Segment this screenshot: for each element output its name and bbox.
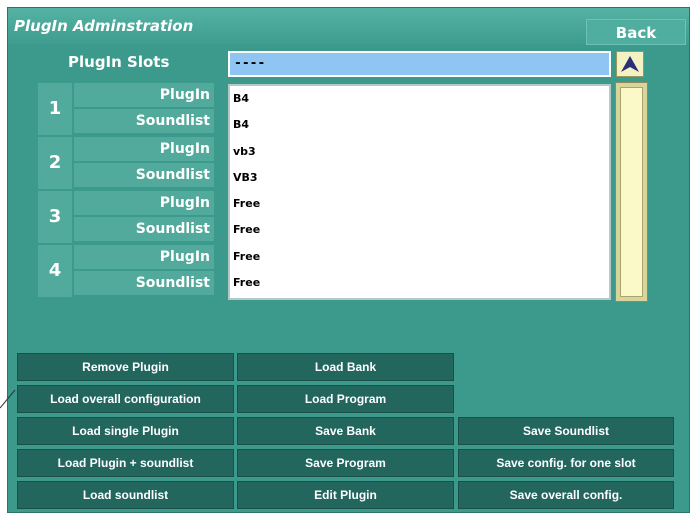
slot-4: 4 PlugIn Soundlist [38, 245, 214, 297]
save-program-button[interactable]: Save Program [237, 449, 454, 477]
save-config-one-slot-button[interactable]: Save config. for one slot [458, 449, 674, 477]
slot-plugin-button[interactable]: PlugIn [74, 245, 214, 269]
arrow-up-icon [621, 56, 639, 72]
list-item[interactable]: Free [230, 191, 609, 217]
load-bank-button[interactable]: Load Bank [237, 353, 454, 381]
slot-plugin-button[interactable]: PlugIn [74, 83, 214, 107]
slot-plugin-button[interactable]: PlugIn [74, 191, 214, 215]
slot-soundlist-button[interactable]: Soundlist [74, 163, 214, 187]
load-overall-config-button[interactable]: Load overall configuration [17, 385, 234, 413]
list-item[interactable]: vb3 [230, 139, 609, 165]
scrollbar-thumb[interactable] [620, 87, 643, 297]
list-selected-field[interactable]: ---- [228, 51, 611, 77]
slot-number: 4 [38, 245, 72, 297]
pointer-line-icon [0, 389, 16, 409]
load-plugin-soundlist-button[interactable]: Load Plugin + soundlist [17, 449, 234, 477]
list-item[interactable]: VB3 [230, 165, 609, 191]
back-button[interactable]: Back [586, 19, 686, 45]
list-item[interactable]: B4 [230, 86, 609, 112]
slot-number: 2 [38, 137, 72, 189]
list-item[interactable]: B4 [230, 112, 609, 138]
remove-plugin-button[interactable]: Remove Plugin [17, 353, 234, 381]
slot-1: 1 PlugIn Soundlist [38, 83, 214, 135]
slot-soundlist-button[interactable]: Soundlist [74, 217, 214, 241]
slot-2: 2 PlugIn Soundlist [38, 137, 214, 189]
load-program-button[interactable]: Load Program [237, 385, 454, 413]
scroll-up-button[interactable] [616, 51, 644, 77]
save-soundlist-button[interactable]: Save Soundlist [458, 417, 674, 445]
slot-soundlist-button[interactable]: Soundlist [74, 109, 214, 133]
load-single-plugin-button[interactable]: Load single Plugin [17, 417, 234, 445]
slot-number: 3 [38, 191, 72, 243]
slot-plugin-button[interactable]: PlugIn [74, 137, 214, 161]
save-overall-config-button[interactable]: Save overall config. [458, 481, 674, 509]
slot-number: 1 [38, 83, 72, 135]
scrollbar-track[interactable] [615, 82, 648, 302]
edit-plugin-button[interactable]: Edit Plugin [237, 481, 454, 509]
list-item[interactable]: Free [230, 217, 609, 243]
save-bank-button[interactable]: Save Bank [237, 417, 454, 445]
slots-title: PlugIn Slots [68, 53, 170, 71]
window-title: PlugIn Adminstration [14, 17, 194, 35]
load-soundlist-button[interactable]: Load soundlist [17, 481, 234, 509]
plugin-list: B4 B4 vb3 VB3 Free Free Free Free [228, 84, 611, 300]
plugin-admin-window: PlugIn Adminstration Back PlugIn Slots 1… [7, 7, 690, 513]
slot-soundlist-button[interactable]: Soundlist [74, 271, 214, 295]
list-item[interactable]: Free [230, 244, 609, 270]
list-item[interactable]: Free [230, 270, 609, 296]
slot-3: 3 PlugIn Soundlist [38, 191, 214, 243]
title-bar: PlugIn Adminstration Back [8, 8, 689, 45]
